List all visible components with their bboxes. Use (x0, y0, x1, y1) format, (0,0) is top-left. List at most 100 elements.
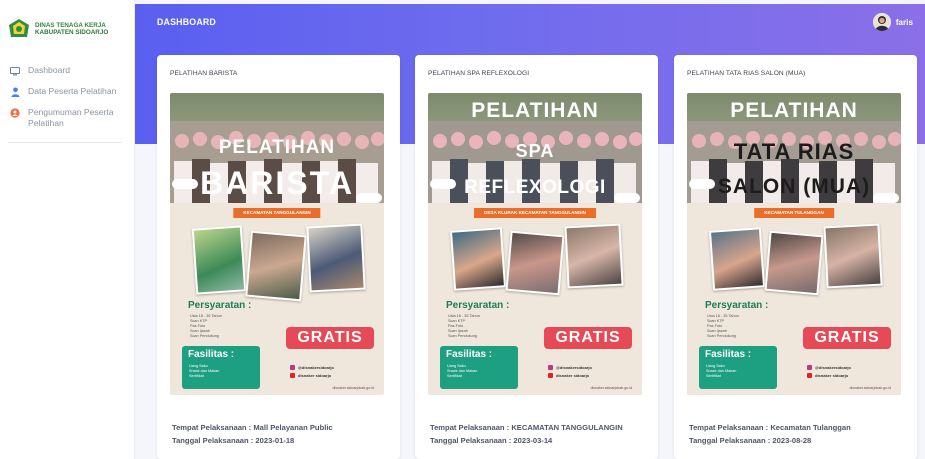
poster-photo-2 (764, 230, 824, 296)
poster-url: disnaker.sidoarjokab.go.id (849, 386, 891, 390)
cloud-decoration (430, 179, 456, 189)
tempat-pelaksanaan: Tempat Pelaksanaan : Mall Pelayanan Publ… (172, 423, 333, 432)
facilities-list: Uang Saku Snack dan Makan Sertifikat (706, 364, 736, 379)
requirement-item: Scan Pendukung (707, 334, 736, 338)
tanggal-pelaksanaan: Tanggal Pelaksanaan : 2023-03-14 (430, 436, 553, 445)
poster-heading-sub: REFLEXOLOGI (464, 177, 606, 198)
poster-heading: PELATIHAN (218, 137, 336, 158)
tempat-pelaksanaan: Tempat Pelaksanaan : Kecamatan Tulanggan (689, 423, 851, 432)
tempat-pelaksanaan: Tempat Pelaksanaan : KECAMATAN TANGGULAN… (430, 423, 623, 432)
poster-url: disnaker.sidoarjokab.go.id (590, 386, 632, 390)
facilities-box: Fasilitas : Uang Saku Snack dan Makan Se… (440, 346, 518, 389)
facilities-title: Fasilitas : (188, 349, 235, 360)
training-poster-image[interactable]: PELATIHAN TATA RIAS SALON (MUA) KECAMATA… (687, 93, 901, 395)
poster-location-banner: KECAMATAN TANGGULANGIN (233, 208, 321, 218)
social-text: @disnakersidoarjo (815, 365, 851, 370)
requirements-title: Persyaratan : (188, 300, 252, 311)
poster-url: disnaker.sidoarjokab.go.id (332, 386, 374, 390)
poster-photo-2 (505, 230, 565, 296)
requirements-title: Persyaratan : (705, 300, 769, 311)
sidoarjo-logo-icon (9, 19, 29, 37)
poster-photo-3 (564, 223, 624, 289)
requirements-list: Usia 18 - 35 Tahun Scan KTP Pas Foto Sca… (707, 314, 739, 339)
gratis-badge: GRATIS (544, 327, 632, 349)
avatar (872, 13, 891, 31)
requirements-title: Persyaratan : (446, 300, 510, 311)
requirement-item: Scan Pendukung (448, 334, 477, 338)
sidebar-item-label: Pengumuman Peserta Pelatihan (28, 107, 114, 128)
poster-location-banner: KECAMATAN TULANGGAN (754, 208, 834, 218)
cloud-decoration (873, 193, 899, 203)
poster-photo-1 (708, 227, 766, 291)
social-text: disnaker sidoarjo (298, 373, 332, 378)
card-title: PELATIHAN BARISTA (170, 70, 238, 77)
page-title: DASHBOARD (157, 17, 216, 27)
poster-heading: PELATIHAN (471, 99, 599, 122)
card-title: PELATIHAN SPA REFLEXOLOGI (428, 70, 530, 77)
brand-line2: KABUPATEN SIDOARJO (35, 29, 109, 36)
youtube-icon (807, 373, 812, 378)
facility-item: Sertifikat (706, 374, 721, 378)
youtube-handle: disnaker sidoarjo (807, 373, 848, 378)
tanggal-pelaksanaan: Tanggal Pelaksanaan : 2023-08-28 (689, 436, 812, 445)
youtube-handle: disnaker sidoarjo (548, 373, 589, 378)
facility-item: Sertifikat (189, 374, 204, 378)
poster-heading-main: SPA (515, 141, 555, 161)
instagram-handle: @disnakersidoarjo (548, 365, 592, 370)
poster-location-banner: DESA KLURAK KECAMATAN TANGGULANGIN (474, 208, 596, 218)
requirements-list: Usia 18 - 35 Tahun Scan KTP Pas Foto Sca… (190, 314, 222, 339)
facility-item: Sertifikat (447, 374, 462, 378)
youtube-icon (290, 373, 295, 378)
card-title: PELATIHAN TATA RIAS SALON (MUA) (687, 70, 806, 77)
poster-heading-sub: SALON (MUA) (717, 175, 871, 198)
poster-photo-2 (245, 230, 307, 302)
facilities-list: Uang Saku Snack dan Makan Sertifikat (447, 364, 477, 379)
social-text: @disnakersidoarjo (298, 365, 334, 370)
youtube-handle: disnaker sidoarjo (290, 373, 331, 378)
instagram-handle: @disnakersidoarjo (807, 365, 851, 370)
instagram-icon (807, 365, 812, 370)
facilities-box: Fasilitas : Uang Saku Snack dan Makan Se… (699, 346, 777, 389)
instagram-icon (290, 365, 295, 370)
user-icon (10, 87, 20, 97)
sidebar-divider (8, 142, 122, 143)
social-text: @disnakersidoarjo (556, 365, 592, 370)
sidebar-item-data-peserta[interactable]: Data Peserta Pelatihan (0, 81, 134, 102)
sidebar-item-label: Data Peserta Pelatihan (28, 86, 117, 96)
sidebar-item-pengumuman[interactable]: Pengumuman Peserta Pelatihan (0, 102, 134, 134)
brand[interactable]: DINAS TENAGA KERJA KABUPATEN SIDOARJO (0, 0, 134, 46)
social-text: disnaker sidoarjo (815, 373, 849, 378)
instagram-icon (548, 365, 553, 370)
sidebar-item-dashboard[interactable]: Dashboard (0, 60, 134, 81)
poster-photo-1 (449, 227, 507, 291)
training-poster-image[interactable]: PELATIHAN SPA REFLEXOLOGI DESA KLURAK KE… (428, 93, 642, 395)
gratis-badge: GRATIS (803, 327, 891, 349)
facilities-list: Uang Saku Snack dan Makan Sertifikat (189, 364, 219, 379)
training-poster-image[interactable]: PELATIHAN BARISTA KECAMATAN TANGGULANGIN… (170, 93, 384, 395)
requirement-item: Scan Pendukung (190, 334, 219, 338)
user-menu[interactable]: faris (872, 13, 913, 31)
poster-photo-3 (306, 223, 366, 293)
social-text: disnaker sidoarjo (556, 373, 590, 378)
sidebar-item-label: Dashboard (28, 65, 71, 75)
training-card-tata-rias[interactable]: PELATIHAN TATA RIAS SALON (MUA) PELATIHA… (674, 55, 917, 459)
facilities-title: Fasilitas : (446, 349, 493, 360)
cloud-decoration (172, 179, 198, 189)
cloud-decoration (356, 193, 382, 203)
announcement-icon (10, 108, 20, 118)
requirements-list: Usia 18 - 35 Tahun Scan KTP Pas Foto Sca… (448, 314, 480, 339)
monitor-icon (10, 66, 20, 76)
poster-photo-3 (823, 223, 883, 289)
brand-line1: DINAS TENAGA KERJA (35, 21, 106, 29)
tanggal-pelaksanaan: Tanggal Pelaksanaan : 2023-01-18 (172, 436, 295, 445)
cloud-decoration (614, 193, 640, 203)
poster-heading-main: BARISTA (200, 165, 354, 201)
youtube-icon (548, 373, 553, 378)
sidebar-nav: Dashboard Data Peserta Pelatihan Pengumu… (0, 60, 134, 143)
username: faris (895, 17, 913, 27)
training-card-spa-reflexologi[interactable]: PELATIHAN SPA REFLEXOLOGI PELATIHAN SPA … (415, 55, 658, 459)
brand-name: DINAS TENAGA KERJA KABUPATEN SIDOARJO (35, 22, 108, 37)
facilities-title: Fasilitas : (705, 349, 752, 360)
training-card-barista[interactable]: PELATIHAN BARISTA PELATIHAN BARISTA KECA… (157, 55, 400, 459)
facilities-box: Fasilitas : Uang Saku Snack dan Makan Se… (182, 346, 260, 389)
